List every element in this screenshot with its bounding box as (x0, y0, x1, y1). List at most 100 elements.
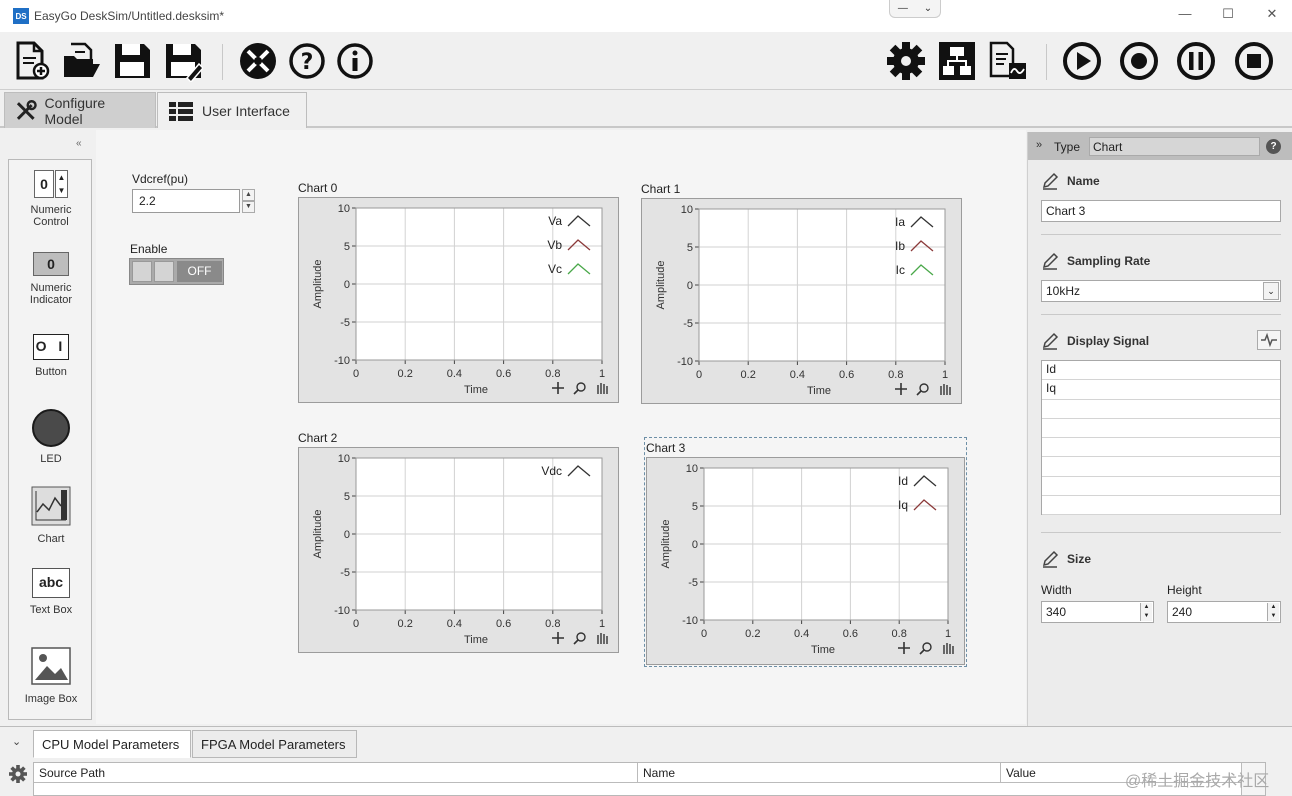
minimize-button[interactable]: — (1173, 6, 1197, 26)
pan-tool-icon[interactable] (940, 384, 951, 395)
run-icon[interactable] (1062, 40, 1102, 82)
chart-title: Chart 3 (646, 441, 686, 455)
x-tick-label: 0.2 (398, 618, 413, 630)
toolbar-separator (222, 44, 223, 80)
tab-cpu-model-parameters[interactable]: CPU Model Parameters (33, 730, 191, 758)
new-file-icon[interactable] (12, 40, 52, 82)
report-icon[interactable] (987, 40, 1027, 82)
zoom-tool-icon[interactable] (922, 642, 932, 652)
cursor-tool-icon[interactable] (895, 383, 907, 395)
chart-widget[interactable]: 10 5 0 -5 -10 0 0.2 0.4 0.6 0.8 1 Amplitude Time Vdc (298, 447, 619, 653)
save-icon[interactable] (112, 40, 152, 82)
open-folder-icon[interactable] (61, 40, 101, 82)
help-icon[interactable]: ? (1266, 139, 1281, 154)
signal-list-item[interactable] (1042, 400, 1280, 419)
design-canvas[interactable]: Vdcref(pu) 2.2 ▲ ▼ Enable OFF Chart 0 10 5… (96, 130, 1026, 724)
settings-gear-icon[interactable] (9, 765, 27, 783)
height-label: Height (1167, 583, 1202, 597)
tab-configure-model[interactable]: Configure Model (4, 92, 156, 128)
maximize-button[interactable]: ☐ (1216, 6, 1240, 26)
properties-panel: » Type Chart ? Name Chart 3 Sampling Rat… (1027, 132, 1292, 726)
network-icon[interactable] (937, 40, 977, 82)
tools-icon[interactable] (238, 40, 278, 82)
info-icon[interactable] (335, 40, 375, 82)
palette-item-led[interactable]: LED (9, 408, 93, 465)
signal-list-item[interactable] (1042, 419, 1280, 439)
zoom-tool-icon[interactable] (576, 382, 586, 392)
cursor-tool-icon[interactable] (552, 382, 564, 394)
parameters-table: Source Path Name Value (33, 762, 1266, 796)
y-axis-label: Amplitude (655, 261, 667, 310)
zoom-tool-handle (916, 390, 922, 396)
zoom-tool-handle (573, 639, 579, 645)
pan-tool-icon[interactable] (597, 383, 608, 394)
y-tick-label: -10 (682, 615, 698, 627)
sampling-rate-select[interactable]: 10kHz ⌄ (1041, 280, 1281, 302)
pencil-icon (1042, 252, 1059, 270)
chart-widget[interactable]: 10 5 0 -5 -10 0 0.2 0.4 0.6 0.8 1 Amplitude Time Ia Ib… (641, 198, 962, 404)
settings-gear-icon[interactable] (886, 40, 926, 82)
column-header-name[interactable]: Name (638, 763, 1001, 783)
toolbar-separator (1046, 44, 1047, 80)
palette-item-button[interactable]: O I Button (9, 330, 93, 378)
record-icon[interactable] (1119, 40, 1159, 82)
legend-label: Ia (895, 215, 905, 229)
signal-list-item[interactable]: Id (1042, 361, 1280, 381)
signal-list-item[interactable] (1042, 457, 1280, 477)
x-tick-label: 1 (945, 628, 951, 640)
chart-widget[interactable]: 10 5 0 -5 -10 0 0.2 0.4 0.6 0.8 1 Amplitude Time Id Iq (646, 457, 965, 665)
chart-title: Chart 0 (298, 181, 338, 195)
panel-collapse-button[interactable]: ⌄ (12, 735, 21, 748)
y-tick-label: 0 (692, 539, 698, 551)
spin-down-button[interactable]: ▼ (242, 201, 255, 213)
signal-list-item[interactable]: Iq (1042, 380, 1280, 400)
pause-icon[interactable] (1176, 40, 1216, 82)
display-signal-section-header: Display Signal (1041, 332, 1149, 350)
palette-item-numeric-control[interactable]: 0 ▲ ▼ Numeric Control (9, 168, 93, 228)
chart-icon (31, 486, 71, 526)
close-button[interactable]: ✕ (1260, 6, 1284, 26)
y-tick-label: -5 (340, 567, 350, 579)
wrench-icon (16, 99, 37, 120)
control-palette: 0 ▲ ▼ Numeric Control 0 Numeric Indicator O… (8, 159, 92, 720)
display-signal-list[interactable]: Id Iq (1041, 360, 1281, 516)
palette-item-numeric-indicator[interactable]: 0 Numeric Indicator (9, 250, 93, 306)
cursor-tool-icon[interactable] (552, 632, 564, 644)
width-spinner[interactable]: ▲ ▼ (1140, 603, 1152, 621)
column-header-source-path[interactable]: Source Path (34, 763, 638, 783)
cursor-tool-icon[interactable] (898, 642, 910, 654)
stop-icon[interactable] (1234, 40, 1274, 82)
save-as-icon[interactable] (163, 40, 203, 82)
height-input[interactable]: 240 ▲ ▼ (1167, 601, 1281, 623)
waveform-icon (1261, 332, 1277, 348)
spin-up-button[interactable]: ▲ (242, 189, 255, 201)
vdcref-input[interactable]: 2.2 (132, 189, 240, 213)
palette-collapse-button[interactable]: « (76, 138, 82, 149)
chart-widget[interactable]: 10 5 0 -5 -10 0 0.2 0.4 0.6 0.8 1 Amplitude Time Va Vb… (298, 197, 619, 403)
signal-picker-button[interactable] (1257, 330, 1281, 350)
pan-tool-icon[interactable] (943, 643, 954, 654)
palette-label: Button (35, 366, 67, 378)
tab-fpga-model-parameters[interactable]: FPGA Model Parameters (192, 730, 357, 758)
panel-collapse-button[interactable]: » (1036, 139, 1042, 151)
enable-toggle[interactable]: OFF (129, 258, 224, 285)
palette-item-text-box[interactable]: abc Text Box (9, 568, 93, 616)
signal-list-item[interactable] (1042, 477, 1280, 497)
ribbon-collapse-button[interactable]: — ⌄ (889, 0, 941, 18)
signal-list-item[interactable] (1042, 496, 1280, 516)
zoom-tool-icon[interactable] (576, 632, 586, 642)
pan-tool-icon[interactable] (597, 633, 608, 644)
palette-item-image-box[interactable]: Image Box (9, 646, 93, 705)
y-axis-label: Amplitude (312, 260, 324, 309)
width-input[interactable]: 340 ▲ ▼ (1041, 601, 1154, 623)
help-icon[interactable]: ? (287, 40, 327, 82)
textbox-icon: abc (32, 568, 70, 598)
chart-title: Chart 1 (641, 182, 681, 196)
x-tick-label: 0.8 (888, 369, 903, 381)
signal-list-item[interactable] (1042, 438, 1280, 458)
tab-user-interface[interactable]: User Interface (157, 92, 307, 128)
height-spinner[interactable]: ▲ ▼ (1267, 603, 1279, 621)
palette-item-chart[interactable]: Chart (9, 486, 93, 545)
name-field[interactable]: Chart 3 (1041, 200, 1281, 222)
zoom-tool-icon[interactable] (919, 383, 929, 393)
